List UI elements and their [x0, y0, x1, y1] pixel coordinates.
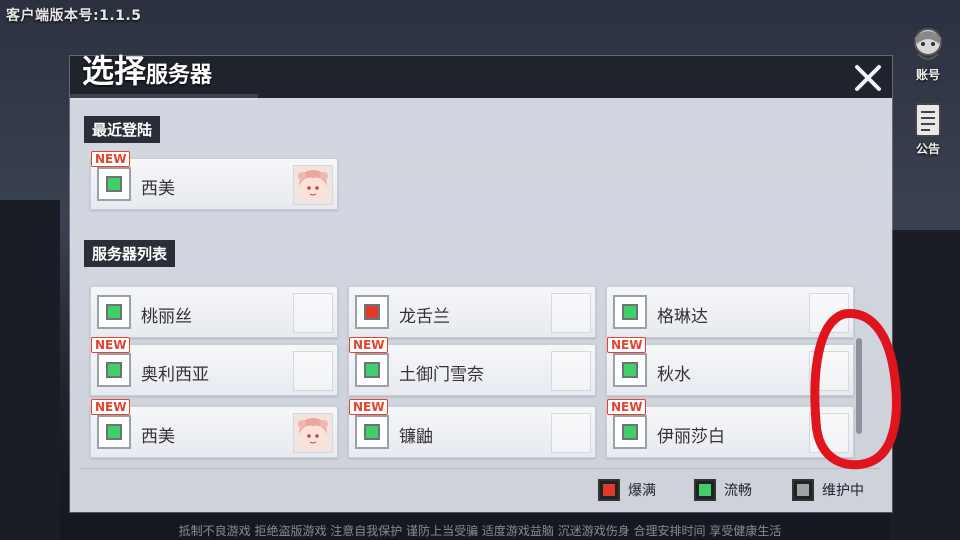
- smooth-status-icon: [613, 295, 647, 329]
- character-slot: [293, 293, 333, 333]
- server-card[interactable]: 桃丽丝: [90, 286, 338, 338]
- account-avatar-icon: [914, 28, 942, 60]
- new-badge: NEW: [91, 399, 131, 415]
- account-label: 账号: [915, 68, 940, 82]
- legend-smooth-label: 流畅: [724, 483, 752, 499]
- character-avatar-icon: [294, 414, 332, 452]
- smooth-status-icon: [97, 415, 131, 449]
- server-select-dialog: 选择服务器 最近登陆 西美 NEW 服务器列表 桃丽丝 龙舌兰 格琳达 奥利西亚 NEW 土…: [70, 52, 892, 512]
- legend-full: 爆满: [598, 479, 656, 501]
- server-name: 伊丽莎白: [657, 427, 725, 447]
- smooth-status-icon: [694, 479, 716, 501]
- legend-maintenance-label: 维护中: [822, 483, 864, 499]
- server-card[interactable]: 奥利西亚 NEW: [90, 337, 338, 396]
- legend-smooth: 流畅: [694, 479, 752, 501]
- recent-login-label: 最近登陆: [84, 116, 161, 143]
- notice-label: 公告: [915, 142, 940, 156]
- new-badge: NEW: [607, 337, 647, 353]
- smooth-status-icon: [97, 295, 131, 329]
- character-slot: [551, 293, 591, 333]
- character-slot: [293, 351, 333, 391]
- health-gaming-notice: 抵制不良游戏 拒绝盗版游戏 注意自我保护 谨防上当受骗 适度游戏益脑 沉迷游戏伤…: [178, 524, 782, 538]
- dialog-title: 选择服务器: [82, 46, 212, 92]
- server-list-label: 服务器列表: [84, 240, 176, 267]
- new-badge: NEW: [607, 399, 647, 415]
- server-name: 桃丽丝: [141, 307, 192, 327]
- new-badge: NEW: [349, 337, 389, 353]
- close-icon: [855, 65, 881, 91]
- dialog-title-main: 选择: [82, 52, 147, 90]
- character-slot: [293, 413, 333, 453]
- server-name: 格琳达: [657, 307, 708, 327]
- smooth-status-icon: [355, 415, 389, 449]
- character-avatar-icon: [294, 166, 332, 204]
- character-slot: [293, 165, 333, 205]
- maintenance-status-icon: [792, 479, 814, 501]
- smooth-status-icon: [97, 167, 131, 201]
- server-card[interactable]: 西美 NEW: [90, 399, 338, 458]
- server-name: 西美: [141, 427, 175, 447]
- server-list: 桃丽丝 龙舌兰 格琳达奥利西亚 NEW 土御门雪奈 NEW 秋水 NEW 西美 NEW 镰鼬 NEW 伊…: [86, 278, 876, 468]
- legend-maintenance: 维护中: [792, 479, 864, 501]
- client-version: 客户端版本号:1.1.5: [6, 8, 142, 24]
- full-status-icon: [598, 479, 620, 501]
- server-name: 镰鼬: [399, 427, 433, 447]
- account-button[interactable]: 账号: [906, 24, 950, 83]
- smooth-status-icon: [613, 415, 647, 449]
- server-card[interactable]: 龙舌兰: [348, 286, 596, 338]
- server-name: 土御门雪奈: [399, 365, 484, 385]
- smooth-status-icon: [355, 353, 389, 387]
- server-name: 奥利西亚: [141, 365, 209, 385]
- server-name: 龙舌兰: [399, 307, 450, 327]
- server-card[interactable]: 镰鼬 NEW: [348, 399, 596, 458]
- server-card[interactable]: 西美 NEW: [90, 151, 338, 210]
- new-badge: NEW: [91, 337, 131, 353]
- title-underline: [70, 94, 258, 100]
- new-badge: NEW: [91, 151, 131, 167]
- red-circle-annotation: [810, 309, 901, 470]
- character-slot: [551, 351, 591, 391]
- background-tower: [0, 200, 60, 540]
- server-name: 秋水: [657, 365, 691, 385]
- notice-document-icon: [915, 103, 941, 137]
- close-button[interactable]: [852, 62, 884, 94]
- new-badge: NEW: [349, 399, 389, 415]
- notice-button[interactable]: 公告: [906, 102, 950, 157]
- legend-separator: [80, 468, 880, 469]
- full-status-icon: [355, 295, 389, 329]
- legend-full-label: 爆满: [628, 483, 656, 499]
- smooth-status-icon: [97, 353, 131, 387]
- smooth-status-icon: [613, 353, 647, 387]
- character-slot: [551, 413, 591, 453]
- dialog-title-sub: 服务器: [146, 63, 213, 88]
- server-card[interactable]: 土御门雪奈 NEW: [348, 337, 596, 396]
- server-name: 西美: [141, 179, 175, 199]
